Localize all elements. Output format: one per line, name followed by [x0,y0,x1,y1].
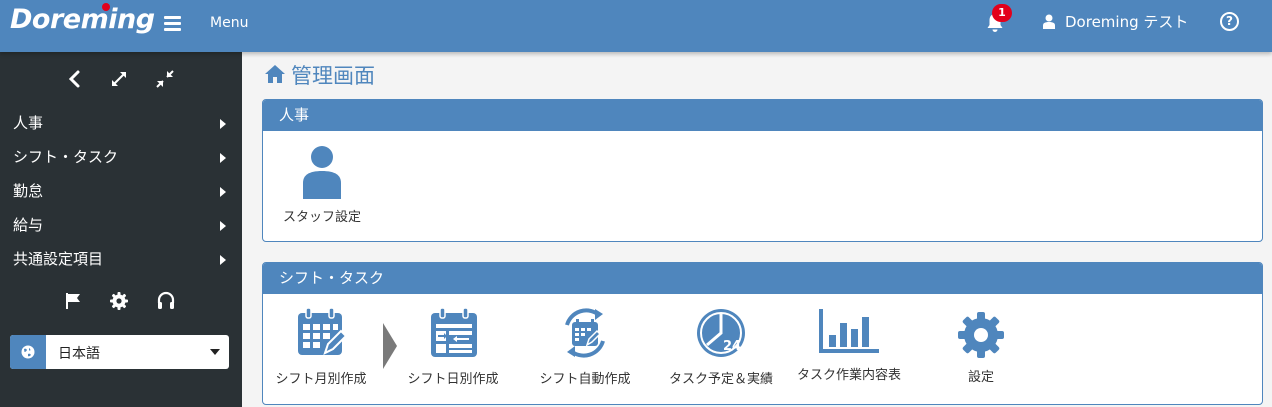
flag-icon[interactable] [63,291,83,311]
top-header: Doreming Menu 1 Doreming テスト ? [0,0,1272,52]
globe-icon-box [10,335,46,369]
headset-icon[interactable] [156,291,176,311]
clock-24-icon: 24 [697,309,745,357]
language-select[interactable]: 日本語 [10,335,229,369]
sidebar: 人事 シフト・タスク 勤怠 給与 共通設定項目 日本語 [0,52,242,407]
tile-settings[interactable]: 設定 [931,307,1031,387]
tile-label: シフト自動作成 [539,372,631,387]
sidebar-item-label: 勤怠 [13,182,44,200]
gear-icon[interactable] [109,291,129,311]
expand-icon[interactable] [108,68,130,90]
calendar-edit-icon [298,307,347,355]
tile-staff-settings[interactable]: スタッフ設定 [277,145,367,225]
shift-task-panel: シフト・タスク シフト月別作成 シフト日別作成 シフト自動作成 24 タスク予定… [262,262,1263,405]
tile-label: シフト月別作成 [275,372,367,387]
tile-daily-shift[interactable]: シフト日別作成 [399,307,507,387]
bar-chart-icon [819,309,879,353]
calendar-auto-icon [565,308,605,358]
caret-right-icon [220,153,226,163]
language-selected-value: 日本語 [58,346,100,362]
chevron-left-icon[interactable] [64,68,86,90]
sidebar-toolbar [0,68,242,90]
tile-auto-shift[interactable]: シフト自動作成 [531,307,639,387]
compress-icon[interactable] [154,68,176,90]
help-icon[interactable]: ? [1220,12,1239,31]
tile-label: 設定 [967,370,994,385]
tile-label: スタッフ設定 [282,210,361,225]
panel-title: 人事 [263,100,1262,131]
arrow-right-icon [383,323,397,369]
sidebar-item-label: 共通設定項目 [13,250,104,268]
hr-panel: 人事 スタッフ設定 [262,99,1263,242]
caret-down-icon [210,349,220,355]
sidebar-item-label: シフト・タスク [13,148,119,166]
notification-badge[interactable]: 1 [992,4,1012,22]
sidebar-item-common-settings[interactable]: 共通設定項目 [0,242,242,276]
globe-icon [21,345,35,359]
logo-dot [102,3,110,11]
panel-title: シフト・タスク [263,263,1262,294]
gear-icon [958,312,1004,358]
hamburger-menu-icon[interactable] [164,16,181,31]
calendar-day-icon [431,307,477,357]
user-menu[interactable]: Doreming テスト [1065,11,1188,32]
tile-task-schedule[interactable]: 24 タスク予定＆実績 [661,307,781,387]
sidebar-item-label: 給与 [13,216,44,234]
sidebar-item-label: 人事 [13,114,44,132]
home-icon[interactable] [264,64,286,84]
tile-label: タスク予定＆実績 [668,372,773,387]
sidebar-bottom-icons [0,291,242,313]
user-icon [1043,14,1055,29]
caret-right-icon [220,187,226,197]
app-logo[interactable]: Doreming [10,4,155,35]
caret-right-icon [220,255,226,265]
tile-task-content[interactable]: タスク作業内容表 [789,307,909,387]
page-title-text: 管理画面 [291,64,375,88]
user-icon [303,146,341,199]
clock-24-label: 24 [723,339,741,354]
sidebar-item-hr[interactable]: 人事 [0,106,242,140]
menu-toggle-label[interactable]: Menu [210,15,248,31]
sidebar-item-shift-task[interactable]: シフト・タスク [0,140,242,174]
tile-monthly-shift[interactable]: シフト月別作成 [267,307,375,387]
sidebar-item-attendance[interactable]: 勤怠 [0,174,242,208]
tile-label: タスク作業内容表 [796,368,901,383]
caret-right-icon [220,119,226,129]
caret-right-icon [220,221,226,231]
sidebar-menu: 人事 シフト・タスク 勤怠 給与 共通設定項目 [0,106,242,276]
sidebar-item-payroll[interactable]: 給与 [0,208,242,242]
tile-label: シフト日別作成 [407,372,499,387]
